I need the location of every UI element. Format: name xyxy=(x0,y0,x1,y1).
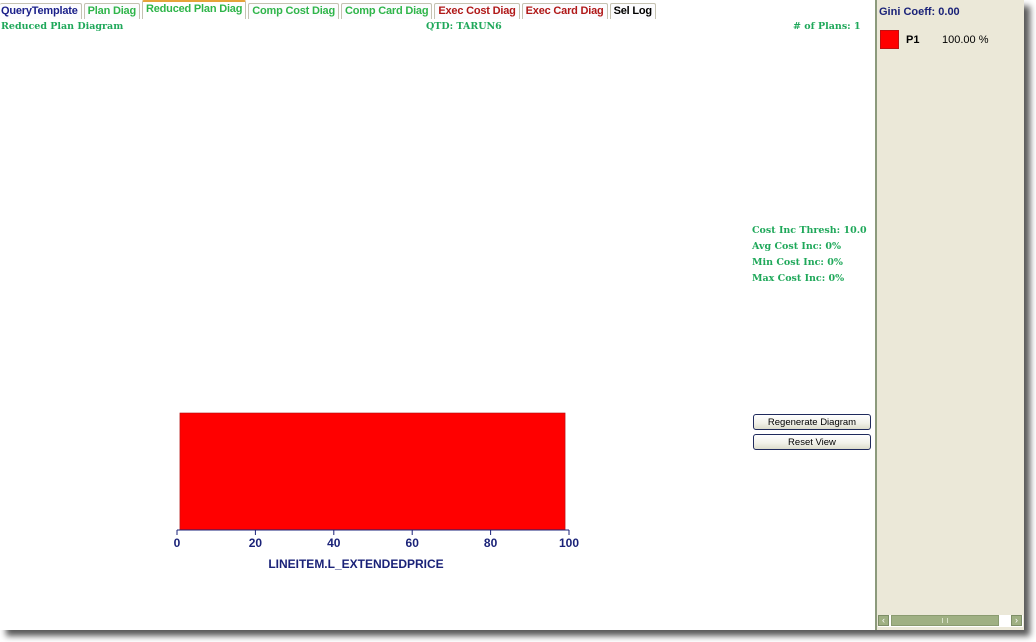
grip-icon xyxy=(942,618,948,623)
cost-inc-thresh: Cost Inc Thresh: 10.0 xyxy=(752,225,867,236)
reset-view-button[interactable]: Reset View xyxy=(753,434,871,450)
x-tick-label: 40 xyxy=(327,536,341,550)
app-window: QueryTemplate Plan Diag Reduced Plan Diag C… xyxy=(0,0,1024,630)
avg-cost-inc: Avg Cost Inc: 0% xyxy=(752,241,841,252)
scroll-left-icon[interactable]: ‹ xyxy=(878,615,889,626)
horizontal-scrollbar[interactable]: ‹ › xyxy=(878,615,1023,627)
plan-color-swatch xyxy=(880,30,899,49)
tab-reduced-plan-diag[interactable]: Reduced Plan Diag xyxy=(142,0,247,19)
plan-percent: 100.00 % xyxy=(942,34,989,46)
x-tick-label: 60 xyxy=(406,536,420,550)
tab-comp-cost-diag[interactable]: Comp Cost Diag xyxy=(248,3,339,19)
plan-diagram-chart[interactable]: 0 20 40 60 80 100 LINEITEM.L_EXTENDEDPRICE xyxy=(160,400,600,580)
regenerate-diagram-button[interactable]: Regenerate Diagram xyxy=(753,414,871,430)
tab-exec-cost-diag[interactable]: Exec Cost Diag xyxy=(434,3,520,19)
num-plans-label: # of Plans: 1 xyxy=(793,21,861,32)
tab-querytemplate[interactable]: QueryTemplate xyxy=(0,3,82,19)
tab-sel-log[interactable]: Sel Log xyxy=(609,3,656,19)
max-cost-inc: Max Cost Inc: 0% xyxy=(752,273,845,284)
qtd-label: QTD: TARUN6 xyxy=(426,21,502,32)
tab-comp-card-diag[interactable]: Comp Card Diag xyxy=(341,3,433,19)
tab-plan-diag[interactable]: Plan Diag xyxy=(83,3,140,19)
legend-panel: Gini Coeff: 0.00 P1 100.00 % ‹ › xyxy=(875,0,1024,630)
scroll-right-icon[interactable]: › xyxy=(1011,615,1022,626)
x-axis-label: LINEITEM.L_EXTENDEDPRICE xyxy=(268,557,443,571)
x-tick-label: 100 xyxy=(559,536,579,550)
x-tick-label: 20 xyxy=(249,536,263,550)
tab-exec-card-diag[interactable]: Exec Card Diag xyxy=(521,3,608,19)
legend-item-p1[interactable]: P1 100.00 % xyxy=(880,30,1020,50)
plan-name: P1 xyxy=(906,34,920,46)
plan-region-p1[interactable] xyxy=(179,412,566,531)
gini-coefficient: Gini Coeff: 0.00 xyxy=(879,6,960,18)
diagram-title: Reduced Plan Diagram xyxy=(1,21,124,32)
x-tick-label: 80 xyxy=(484,536,498,550)
scrollbar-thumb[interactable] xyxy=(891,615,999,626)
min-cost-inc: Min Cost Inc: 0% xyxy=(752,257,843,268)
tab-strip: QueryTemplate Plan Diag Reduced Plan Diag C… xyxy=(0,0,875,19)
cost-stats: Cost Inc Thresh: 10.0 Avg Cost Inc: 0% M… xyxy=(752,223,867,287)
x-tick-label: 0 xyxy=(174,536,181,550)
